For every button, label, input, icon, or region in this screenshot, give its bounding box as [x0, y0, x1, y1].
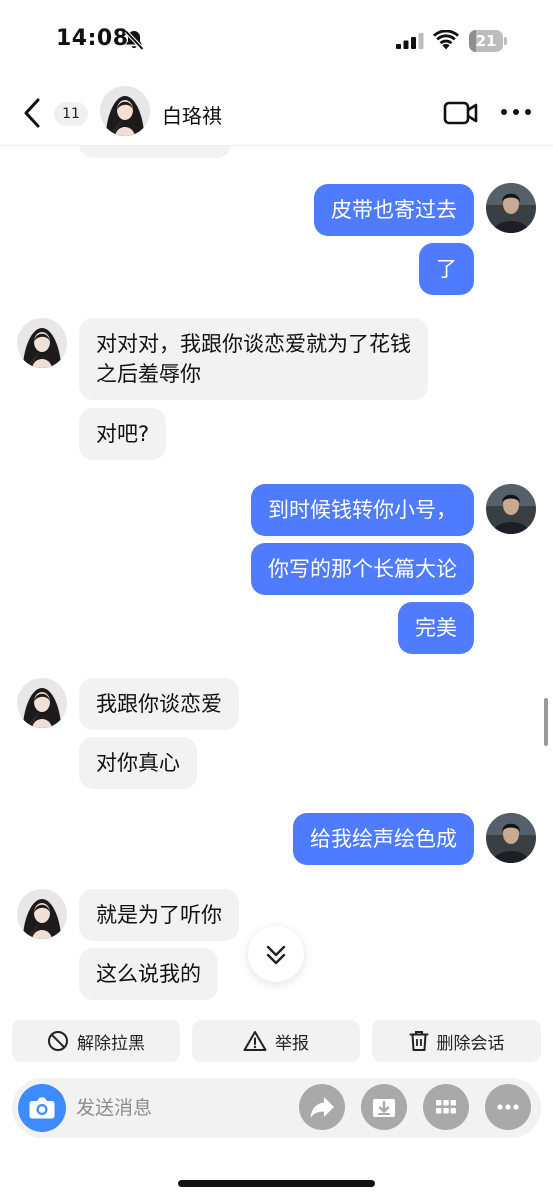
- video-camera-icon[interactable]: [443, 100, 479, 126]
- camera-icon: [29, 1097, 55, 1119]
- wifi-icon: [433, 30, 459, 50]
- battery-indicator: 21: [469, 30, 507, 52]
- message-input[interactable]: [76, 1094, 276, 1122]
- message-bubble-incoming[interactable]: 对你真心: [79, 737, 197, 789]
- scrollbar-thumb[interactable]: [544, 698, 548, 746]
- message-bubble-incoming[interactable]: 这么说我的: [79, 948, 218, 1000]
- chevron-double-down-icon: [266, 945, 286, 965]
- status-bar: 14:08 21: [0, 0, 553, 80]
- apps-button[interactable]: [423, 1084, 469, 1130]
- scroll-to-bottom-button[interactable]: [248, 926, 304, 982]
- my-avatar[interactable]: [486, 484, 536, 534]
- share-icon: [310, 1097, 334, 1118]
- delete-chat-label: 删除会话: [436, 1033, 505, 1054]
- download-icon: [373, 1099, 395, 1117]
- mute-bell-icon: [124, 30, 144, 51]
- message-bubble-incoming[interactable]: 对对对，我跟你谈恋爱就为了花钱 之后羞辱你: [79, 318, 428, 400]
- delete-chat-button[interactable]: 删除会话: [372, 1020, 541, 1062]
- message-composer: [12, 1078, 541, 1138]
- message-bubble-outgoing[interactable]: 了: [419, 243, 474, 295]
- ellipsis-icon: [497, 1104, 519, 1110]
- message-bubble-outgoing[interactable]: 皮带也寄过去: [314, 184, 474, 236]
- trash-icon: [409, 1031, 428, 1051]
- message-bubble-outgoing[interactable]: 到时候钱转你小号，: [251, 484, 474, 536]
- unblock-label: 解除拉黑: [77, 1033, 145, 1054]
- contact-message-avatar[interactable]: [17, 678, 67, 728]
- save-button[interactable]: [361, 1084, 407, 1130]
- contact-avatar[interactable]: [100, 86, 150, 136]
- unblock-button[interactable]: 解除拉黑: [12, 1020, 180, 1062]
- unread-count-badge[interactable]: 11: [54, 102, 88, 126]
- chat-header: 11 白珞祺: [0, 80, 553, 146]
- share-button[interactable]: [299, 1084, 345, 1130]
- warning-icon: [243, 1031, 267, 1051]
- message-bubble-incoming[interactable]: 对吧?: [79, 408, 167, 460]
- camera-button[interactable]: [18, 1084, 66, 1132]
- contact-message-avatar[interactable]: [17, 889, 67, 939]
- my-avatar[interactable]: [486, 813, 536, 863]
- message-bubble-outgoing[interactable]: 完美: [398, 602, 474, 654]
- message-bubble-incoming[interactable]: 我跟你谈恋爱: [79, 678, 239, 730]
- contact-name[interactable]: 白珞祺: [162, 100, 222, 129]
- battery-level: 21: [475, 32, 497, 50]
- status-time: 14:08: [56, 26, 129, 51]
- message-bubble-outgoing[interactable]: 给我绘声绘色成: [293, 813, 474, 865]
- message-text-line: 对对对，我跟你谈恋爱就为了花钱: [96, 332, 411, 356]
- more-actions-button[interactable]: [485, 1084, 531, 1130]
- report-label: 举报: [275, 1033, 309, 1054]
- home-indicator[interactable]: [178, 1180, 375, 1187]
- message-bubble-outgoing[interactable]: 你写的那个长篇大论: [251, 543, 474, 595]
- chevron-left-icon[interactable]: [18, 96, 48, 130]
- report-button[interactable]: 举报: [192, 1020, 360, 1062]
- signal-icon: [396, 33, 424, 49]
- more-icon[interactable]: [500, 104, 532, 120]
- contact-message-avatar[interactable]: [17, 318, 67, 368]
- message-text-line: 之后羞辱你: [96, 362, 201, 386]
- message-bubble-incoming[interactable]: 就是为了听你: [79, 889, 239, 941]
- grid-icon: [436, 1100, 456, 1114]
- my-avatar[interactable]: [486, 183, 536, 233]
- block-icon: [48, 1031, 68, 1051]
